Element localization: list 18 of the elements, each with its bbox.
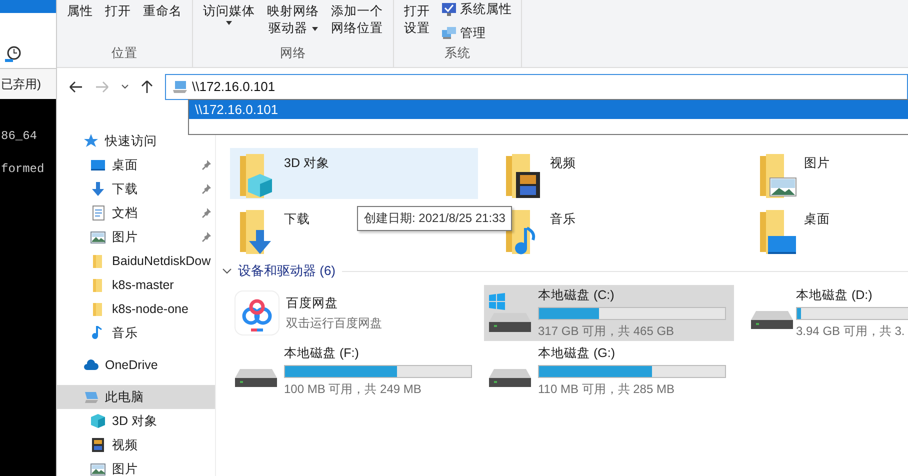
- terminal-line: 86_64: [0, 129, 38, 145]
- address-fragment: 已弃用): [0, 69, 56, 99]
- tooltip: 创建日期: 2021/8/25 21:33: [357, 206, 512, 231]
- group-label: 系统: [444, 45, 472, 62]
- group-label: 位置: [110, 45, 138, 62]
- drive-usage: 317 GB 可用，共 465 GB: [538, 322, 676, 340]
- group-label: 网络: [279, 45, 307, 62]
- drive-name: 本地磁盘 (C:): [538, 286, 616, 304]
- drive-usage: 3.94 GB 可用，共 3.: [796, 322, 906, 340]
- drive-name: 本地磁盘 (D:): [796, 286, 874, 304]
- drive-name: 本地磁盘 (F:): [284, 344, 360, 362]
- drive-usage: 100 MB 可用，共 249 MB: [284, 380, 422, 398]
- section-title: 设备和驱动器 (6): [238, 262, 336, 280]
- drive-name: 本地磁盘 (G:): [538, 344, 616, 362]
- terminal-line: formed: [0, 162, 46, 178]
- drive-subtitle: 双击运行百度网盘: [286, 314, 383, 332]
- drive-usage: 110 MB 可用，共 285 MB: [538, 380, 676, 398]
- drive-name: 百度网盘: [286, 294, 339, 312]
